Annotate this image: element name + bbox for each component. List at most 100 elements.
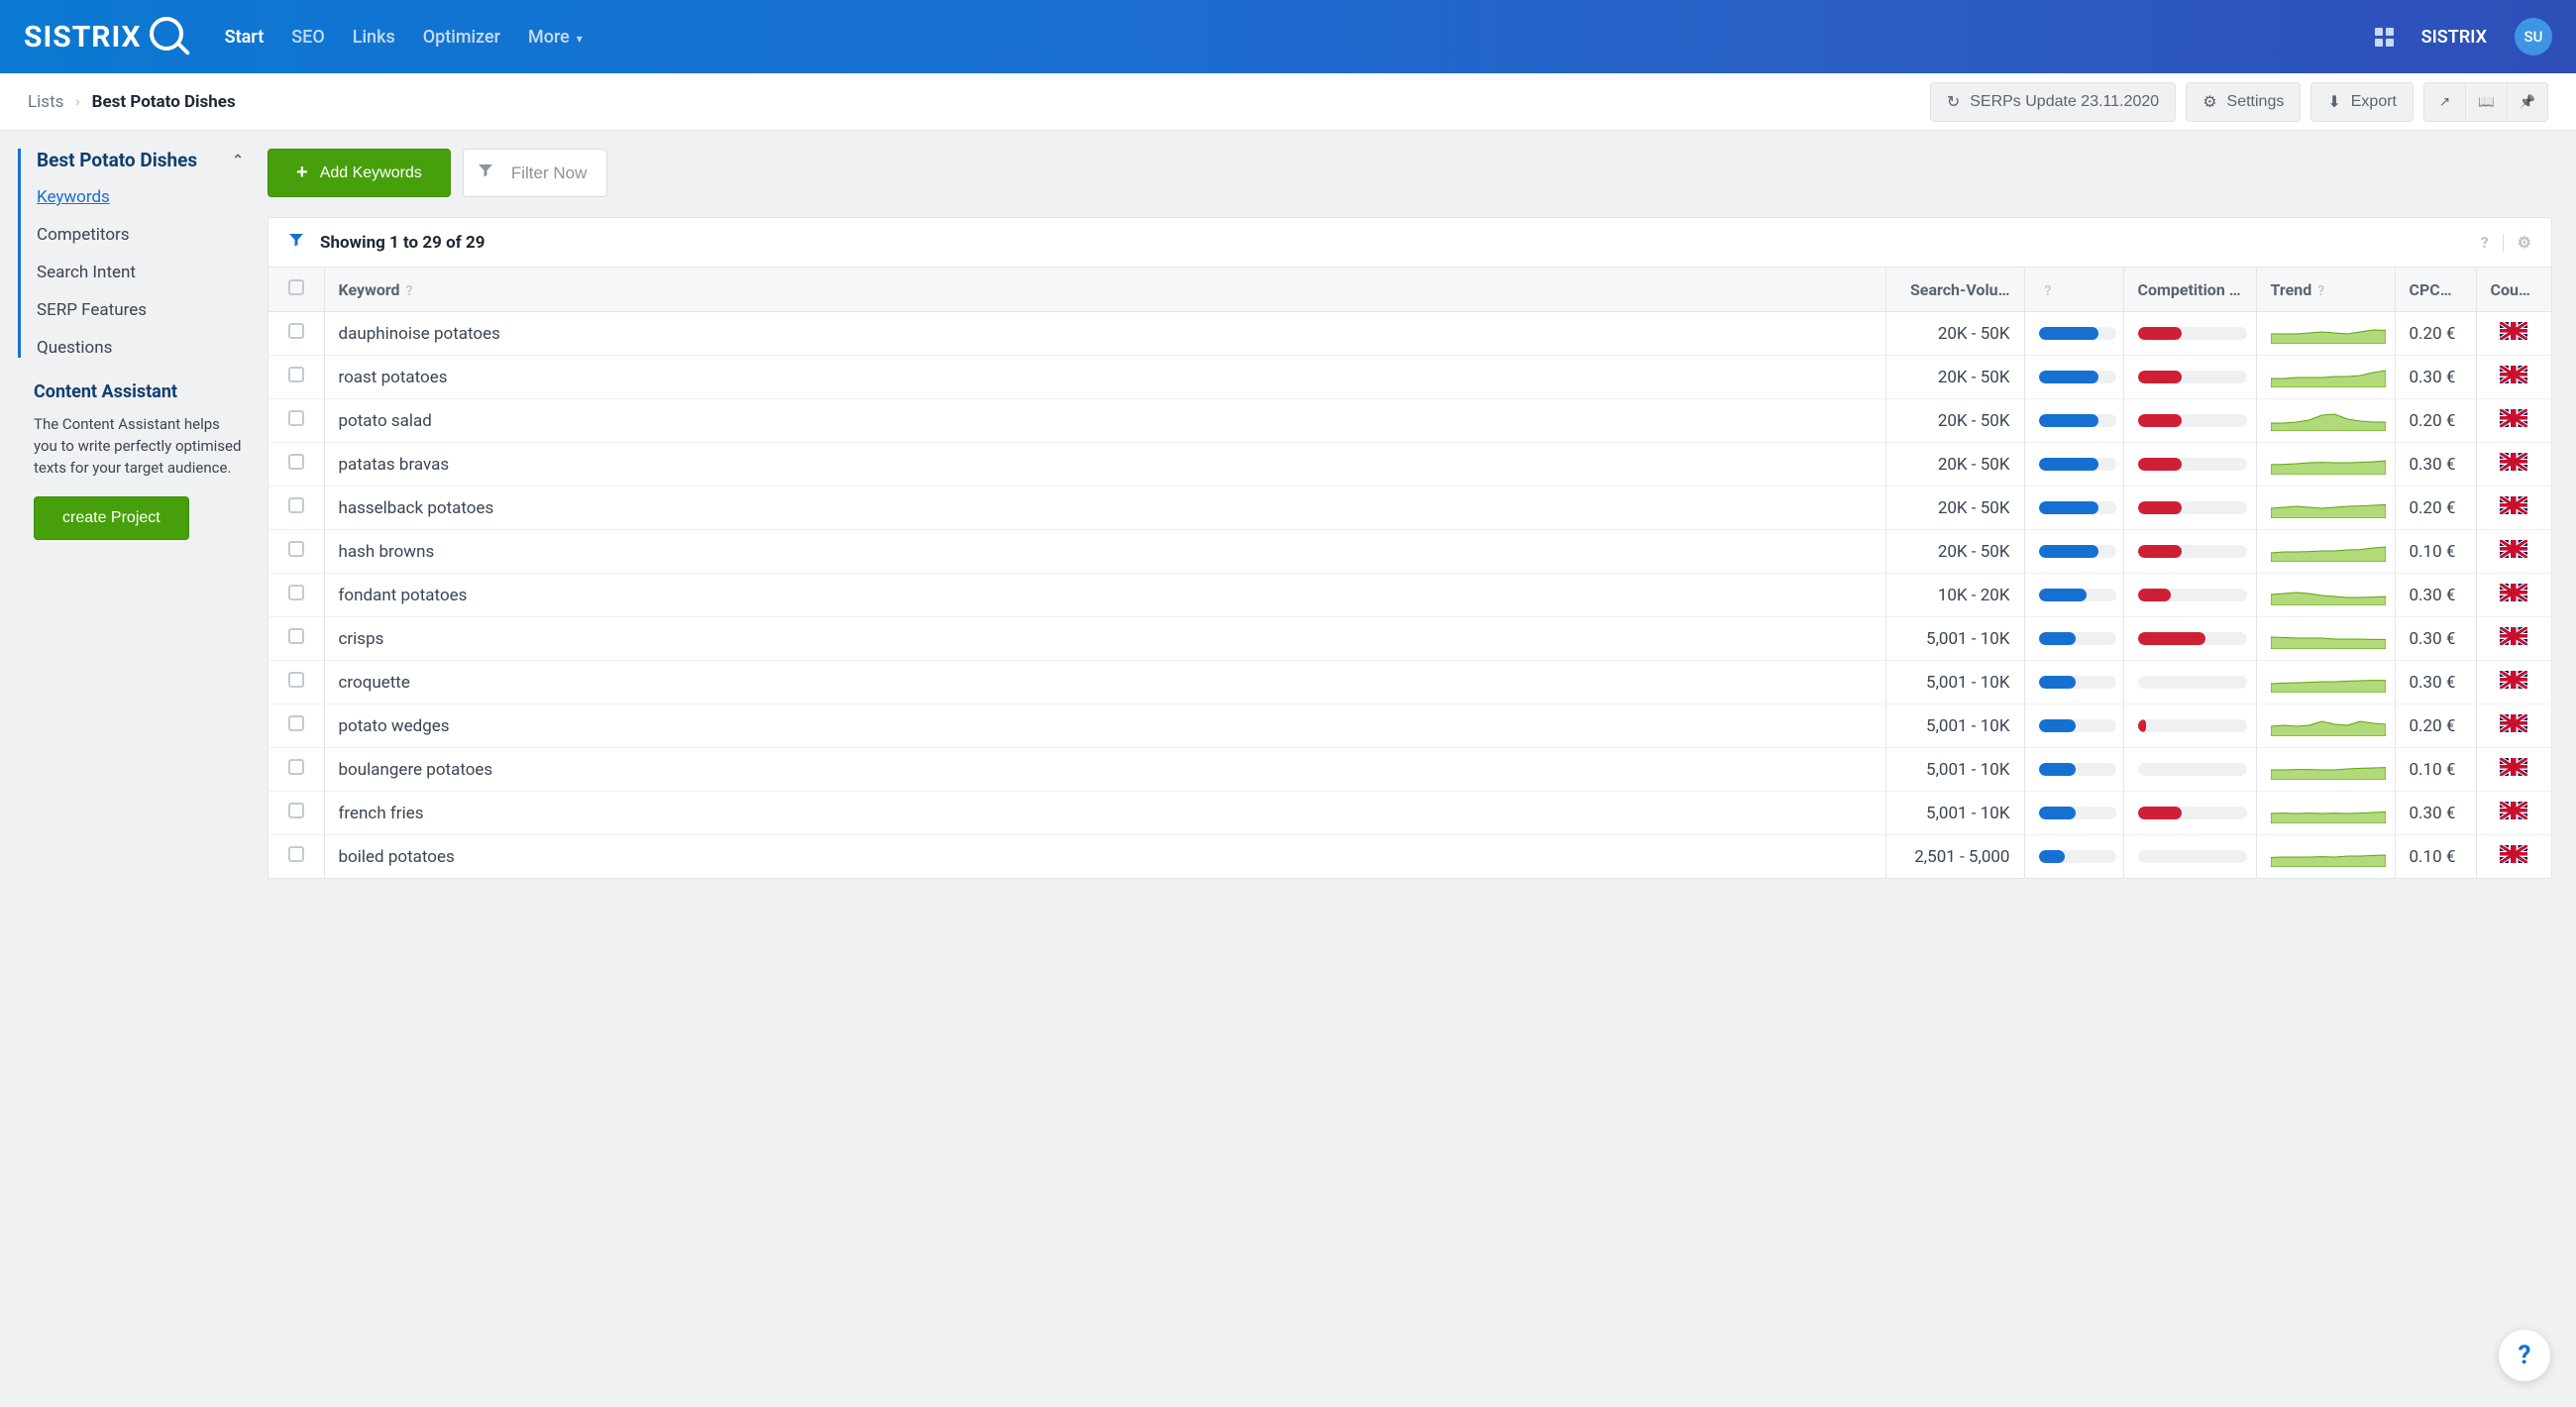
table-row[interactable]: fondant potatoes 10K - 20K 0.30 €: [268, 574, 2551, 617]
cell-keyword: potato wedges: [324, 704, 1885, 748]
nav-right-label[interactable]: SISTRIX: [2421, 27, 2487, 48]
row-checkbox[interactable]: [288, 585, 304, 600]
create-project-button[interactable]: create Project: [34, 496, 189, 540]
brand-logo[interactable]: SISTRIX: [24, 17, 189, 56]
sidebar-item-questions[interactable]: Questions: [37, 338, 244, 358]
col-volume-bar[interactable]: ?: [2024, 268, 2123, 312]
help-fab[interactable]: ?: [2499, 1330, 2550, 1381]
gear-icon[interactable]: [2518, 233, 2531, 252]
add-keywords-button[interactable]: Add Keywords: [268, 149, 451, 197]
cell-cpc: 0.20 €: [2395, 487, 2476, 530]
cell-keyword: dauphinoise potatoes: [324, 312, 1885, 356]
row-checkbox[interactable]: [288, 541, 304, 557]
row-checkbox[interactable]: [288, 846, 304, 862]
avatar[interactable]: SU: [2515, 18, 2552, 55]
cell-country: [2476, 792, 2551, 835]
table-row[interactable]: crisps 5,001 - 10K 0.30 €: [268, 617, 2551, 661]
main-content: Add Keywords Filter Now Showing 1 to 29 …: [268, 149, 2552, 879]
table-row[interactable]: boiled potatoes 2,501 - 5,000 0.10 €: [268, 835, 2551, 879]
breadcrumb-parent[interactable]: Lists: [28, 92, 63, 112]
cell-cpc: 0.30 €: [2395, 617, 2476, 661]
row-checkbox[interactable]: [288, 410, 304, 426]
table-row[interactable]: boulangere potatoes 5,001 - 10K 0.10 €: [268, 748, 2551, 792]
cell-volume: 5,001 - 10K: [1885, 748, 2024, 792]
flag-uk-icon: [2500, 802, 2527, 819]
cell-volume-bar: [2024, 661, 2123, 704]
panel-head-icons: ?: [2481, 233, 2531, 252]
serps-update-button[interactable]: SERPs Update 23.11.2020: [1930, 82, 2176, 122]
col-competition[interactable]: Competition …: [2123, 268, 2256, 312]
settings-button[interactable]: Settings: [2186, 82, 2301, 122]
filter-now-button[interactable]: Filter Now: [463, 149, 608, 197]
nav-more[interactable]: More ▾: [528, 27, 583, 48]
col-keyword[interactable]: Keyword?: [324, 268, 1885, 312]
funnel-icon[interactable]: [288, 232, 304, 253]
export-button[interactable]: Export: [2310, 82, 2414, 122]
pin-button[interactable]: [2507, 82, 2548, 122]
cell-cpc: 0.20 €: [2395, 399, 2476, 443]
table-row[interactable]: roast potatoes 20K - 50K 0.30 €: [268, 356, 2551, 399]
nav-links[interactable]: Links: [353, 27, 395, 48]
row-checkbox[interactable]: [288, 323, 304, 339]
share-button[interactable]: [2423, 82, 2465, 122]
cell-trend: [2256, 748, 2395, 792]
cell-volume: 20K - 50K: [1885, 530, 2024, 574]
cell-cpc: 0.20 €: [2395, 704, 2476, 748]
cell-competition: [2123, 835, 2256, 879]
cell-competition: [2123, 748, 2256, 792]
nav-seo[interactable]: SEO: [291, 27, 324, 48]
table-row[interactable]: patatas bravas 20K - 50K 0.30 €: [268, 443, 2551, 487]
row-checkbox[interactable]: [288, 672, 304, 688]
row-checkbox[interactable]: [288, 759, 304, 775]
cell-trend: [2256, 792, 2395, 835]
export-label: Export: [2351, 93, 2397, 111]
cell-volume: 2,501 - 5,000: [1885, 835, 2024, 879]
content-assistant-text: The Content Assistant helps you to write…: [34, 414, 244, 479]
docs-button[interactable]: [2465, 82, 2507, 122]
nav-optimizer[interactable]: Optimizer: [423, 27, 500, 48]
table-row[interactable]: hasselback potatoes 20K - 50K 0.20 €: [268, 487, 2551, 530]
col-cpc[interactable]: CPC…: [2395, 268, 2476, 312]
cell-volume: 10K - 20K: [1885, 574, 2024, 617]
table-row[interactable]: potato wedges 5,001 - 10K 0.20 €: [268, 704, 2551, 748]
help-icon[interactable]: ?: [2481, 233, 2489, 252]
col-search-volume[interactable]: Search-Volu…: [1885, 268, 2024, 312]
pin-icon: [2520, 94, 2536, 110]
content-assistant-title: Content Assistant: [34, 381, 244, 402]
sidebar-item-competitors[interactable]: Competitors: [37, 225, 244, 245]
table-row[interactable]: croquette 5,001 - 10K 0.30 €: [268, 661, 2551, 704]
cell-volume-bar: [2024, 704, 2123, 748]
table-row[interactable]: dauphinoise potatoes 20K - 50K 0.20 €: [268, 312, 2551, 356]
sidebar-item-search-intent[interactable]: Search Intent: [37, 263, 244, 282]
sidebar-item-keywords[interactable]: Keywords: [37, 187, 244, 207]
nav-start[interactable]: Start: [225, 27, 265, 48]
flag-uk-icon: [2500, 714, 2527, 732]
sidebar-title[interactable]: Best Potato Dishes ⌃: [37, 149, 244, 171]
col-country[interactable]: Count…: [2476, 268, 2551, 312]
table-row[interactable]: french fries 5,001 - 10K 0.30 €: [268, 792, 2551, 835]
row-checkbox[interactable]: [288, 715, 304, 731]
row-checkbox[interactable]: [288, 454, 304, 470]
cell-country: [2476, 748, 2551, 792]
flag-uk-icon: [2500, 496, 2527, 514]
cell-volume: 5,001 - 10K: [1885, 704, 2024, 748]
col-trend[interactable]: Trend?: [2256, 268, 2395, 312]
breadcrumb-bar: Lists › Best Potato Dishes SERPs Update …: [0, 73, 2576, 131]
cell-trend: [2256, 574, 2395, 617]
row-checkbox[interactable]: [288, 497, 304, 513]
row-checkbox[interactable]: [288, 803, 304, 818]
download-icon: [2327, 92, 2340, 112]
apps-icon[interactable]: [2375, 28, 2394, 47]
table-row[interactable]: hash browns 20K - 50K 0.10 €: [268, 530, 2551, 574]
toolbar: SERPs Update 23.11.2020 Settings Export: [1930, 82, 2548, 122]
cell-keyword: fondant potatoes: [324, 574, 1885, 617]
table-row[interactable]: potato salad 20K - 50K 0.20 €: [268, 399, 2551, 443]
serps-update-label: SERPs Update 23.11.2020: [1970, 93, 2159, 111]
sidebar-item-serp-features[interactable]: SERP Features: [37, 300, 244, 320]
row-checkbox[interactable]: [288, 367, 304, 382]
gear-icon: [2202, 92, 2216, 112]
cell-volume-bar: [2024, 792, 2123, 835]
select-all-checkbox[interactable]: [288, 279, 304, 295]
nav-links: Start SEO Links Optimizer More ▾: [225, 27, 583, 48]
row-checkbox[interactable]: [288, 628, 304, 644]
